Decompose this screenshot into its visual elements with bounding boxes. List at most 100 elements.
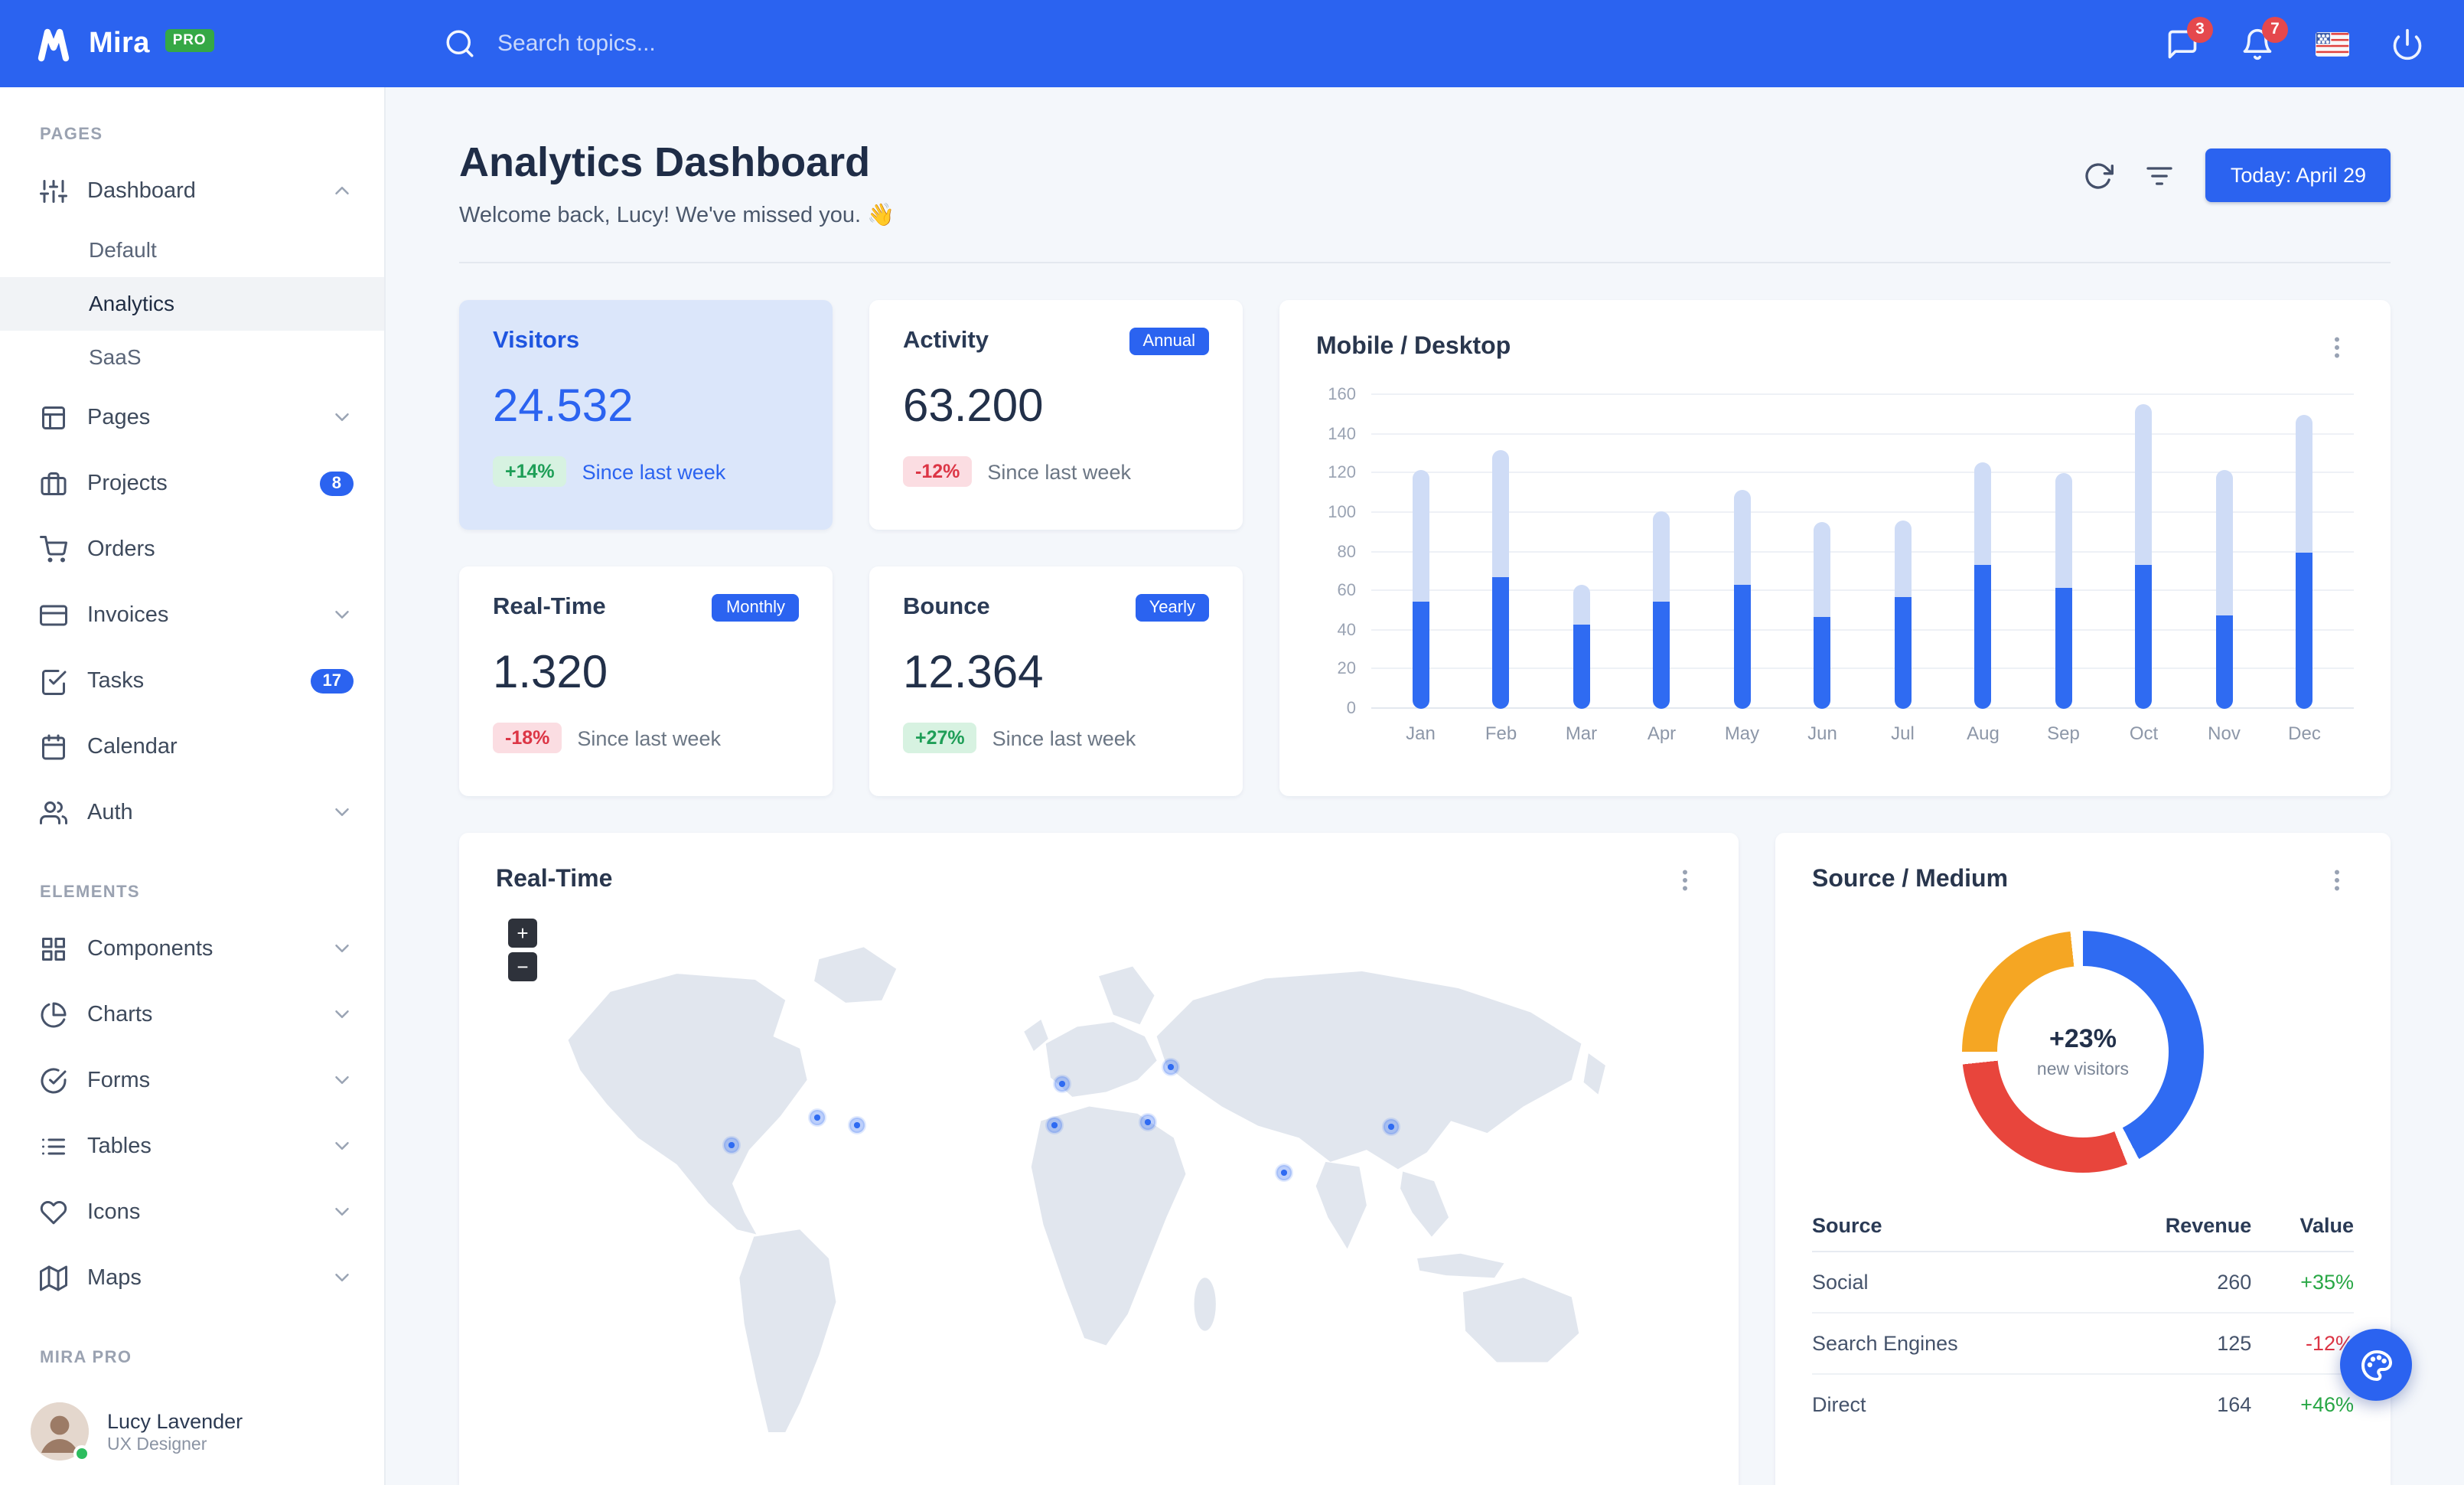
sidebar-item-dashboard[interactable]: Dashboard (0, 158, 384, 224)
sidebar-item-auth[interactable]: Auth (0, 779, 384, 845)
stat-card-real-time[interactable]: Real-Time Monthly 1.320 -18% Since last … (459, 566, 833, 796)
source-table: Source Revenue Value Social 260 +35% Search… (1812, 1200, 2354, 1434)
table-row-social[interactable]: Social 260 +35% (1812, 1252, 2354, 1314)
map-marker[interactable] (1054, 1076, 1071, 1092)
sidebar-item-label: Tasks (87, 668, 145, 693)
map-marker[interactable] (849, 1117, 865, 1133)
bar-mobile-segment (1573, 624, 1590, 709)
bar-column-sep (2023, 473, 2104, 709)
bar-chart-x-axis: Jan Feb Mar Apr May Jun Jul Aug Sep Oct Nov Dec (1371, 723, 2354, 744)
map-marker[interactable] (1276, 1165, 1292, 1181)
bar-column-aug (1943, 462, 2023, 709)
briefcase-icon (41, 472, 67, 494)
bar-mobile-segment (2296, 552, 2313, 709)
bar-mobile-segment (1653, 601, 1670, 709)
map-marker[interactable] (1046, 1117, 1062, 1133)
language-button[interactable] (2316, 27, 2349, 60)
stat-period-badge: Monthly (712, 594, 799, 622)
card-title: Source / Medium (1812, 867, 2009, 893)
sidebar-item-charts[interactable]: Charts (0, 981, 384, 1047)
stacked-bar[interactable] (1492, 449, 1510, 709)
messages-button[interactable]: 3 (2166, 16, 2213, 60)
refresh-button[interactable] (2084, 160, 2114, 191)
sidebar-item-tasks[interactable]: Tasks 17 (0, 648, 384, 713)
table-row-search-engines[interactable]: Search Engines 125 -12% (1812, 1313, 2354, 1375)
revenue-cell: 164 (2217, 1393, 2252, 1416)
sidebar-subitem-default[interactable]: Default (0, 224, 384, 277)
sidebar-item-icons[interactable]: Icons (0, 1179, 384, 1245)
stacked-bar[interactable] (1894, 521, 1912, 709)
user-profile[interactable]: Lucy Lavender UX Designer (0, 1381, 384, 1485)
stacked-bar[interactable] (1974, 462, 1992, 709)
map-marker[interactable] (723, 1137, 739, 1154)
bar-mobile-segment (2215, 615, 2233, 709)
filter-button[interactable] (2145, 160, 2176, 191)
stacked-bar[interactable] (1412, 469, 1429, 709)
map-marker[interactable] (1384, 1118, 1400, 1134)
sidebar-item-label: Icons (87, 1199, 141, 1224)
sidebar-item-maps[interactable]: Maps (0, 1245, 384, 1310)
search-input[interactable] (497, 31, 957, 57)
x-axis-label: May (1724, 723, 1760, 744)
sidebar-item-calendar[interactable]: Calendar (0, 713, 384, 779)
stat-period-badge: Annual (1129, 328, 1209, 355)
user-role: UX Designer (107, 1436, 207, 1455)
table-row-direct[interactable]: Direct 164 +46% (1812, 1374, 2354, 1434)
card-menu-button[interactable] (1668, 863, 1702, 897)
bar-desktop-segment (1492, 449, 1510, 578)
check-square-icon (42, 669, 67, 694)
stat-card-activity[interactable]: Activity Annual 63.200 -12% Since last w… (869, 300, 1243, 530)
zoom-in-button[interactable]: + (508, 919, 537, 948)
stacked-bar[interactable] (2055, 473, 2072, 709)
value-cell: +46% (2300, 1393, 2354, 1416)
source-table-body: Social 260 +35% Search Engines 125 -12% Di… (1812, 1252, 2354, 1434)
date-button[interactable]: Today: April 29 (2205, 148, 2391, 202)
bar-mobile-segment (1412, 601, 1429, 709)
sidebar-item-forms[interactable]: Forms (0, 1047, 384, 1113)
stacked-bar[interactable] (1653, 511, 1670, 709)
card-menu-button[interactable] (2320, 331, 2354, 364)
stacked-bar[interactable] (1733, 489, 1751, 709)
stat-caption: Since last week (582, 460, 726, 483)
signout-button[interactable] (2391, 27, 2424, 60)
stats-grid: Visitors 24.532 +14% Since last week Act… (459, 300, 1243, 796)
sidebar-item-label: Forms (87, 1068, 151, 1092)
stacked-bar[interactable] (2296, 414, 2313, 709)
stacked-bar[interactable] (1814, 522, 1831, 709)
sidebar-item-orders[interactable]: Orders (0, 516, 384, 582)
sidebar-item-projects[interactable]: Projects 8 (0, 450, 384, 516)
sidebar-subitem-saas[interactable]: SaaS (0, 331, 384, 384)
app-root: Mira PRO 3 7 (0, 0, 2464, 1485)
map-marker[interactable] (1163, 1059, 1179, 1075)
stat-card-bounce[interactable]: Bounce Yearly 12.364 +27% Since last wee… (869, 566, 1243, 796)
sidebar-item-pages[interactable]: Pages (0, 384, 384, 450)
brand[interactable]: Mira PRO (0, 25, 386, 62)
main-content: Analytics Dashboard Welcome back, Lucy! … (386, 87, 2464, 1485)
sidebar-item-label: Invoices (87, 602, 169, 627)
notifications-button[interactable]: 7 (2241, 16, 2288, 60)
stat-card-visitors[interactable]: Visitors 24.532 +14% Since last week (459, 300, 833, 530)
map-marker[interactable] (809, 1109, 825, 1125)
chevron-down-icon (331, 1003, 354, 1026)
theme-settings-button[interactable] (2340, 1329, 2412, 1401)
sidebar-subitem-analytics[interactable]: Analytics (0, 277, 384, 331)
zoom-out-button[interactable]: − (508, 952, 537, 981)
sidebar-item-components[interactable]: Components (0, 915, 384, 981)
y-axis-label: 80 (1337, 543, 1357, 561)
stacked-bar[interactable] (2215, 469, 2233, 709)
stacked-bar[interactable] (2135, 404, 2153, 709)
card-menu-button[interactable] (2320, 863, 2354, 897)
sidebar-item-invoices[interactable]: Invoices (0, 582, 384, 648)
sidebar-item-label: Components (87, 936, 213, 961)
map-marker[interactable] (1140, 1114, 1156, 1130)
sidebar-section-header: Elements (40, 883, 140, 902)
stat-title: Activity (903, 328, 989, 354)
sidebar-item-tables[interactable]: Tables (0, 1113, 384, 1179)
bar-column-dec (2264, 414, 2345, 709)
navbar-search[interactable] (444, 28, 2166, 60)
sidebar-item-label: Projects (87, 471, 168, 495)
stat-value: 24.532 (493, 381, 634, 432)
more-vertical-icon (1683, 870, 1687, 891)
stacked-bar[interactable] (1573, 585, 1590, 709)
stat-value: 12.364 (903, 648, 1044, 698)
